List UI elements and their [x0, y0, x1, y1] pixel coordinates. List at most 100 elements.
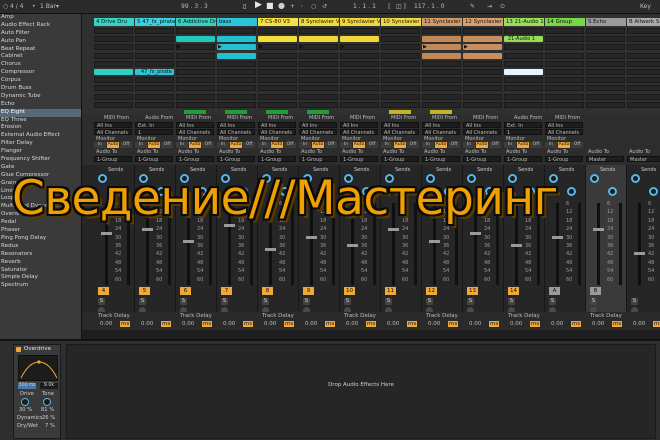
- clip[interactable]: [176, 36, 215, 43]
- drywet-value[interactable]: 7 %: [45, 423, 55, 429]
- high-freq-field[interactable]: 9.0k: [40, 383, 58, 389]
- clip-slot[interactable]: [258, 69, 297, 75]
- monitor-off-button[interactable]: Off: [120, 142, 132, 148]
- track-header[interactable]: 7 CS-80 V3: [258, 18, 298, 26]
- clip-slot[interactable]: [176, 101, 215, 108]
- clip-slot[interactable]: [586, 28, 625, 34]
- track-delay-value[interactable]: 0.00: [428, 321, 440, 327]
- track-header[interactable]: bass: [217, 18, 257, 26]
- clip-slot[interactable]: [381, 52, 420, 59]
- clip-slot[interactable]: [94, 28, 133, 34]
- clip-play-icon[interactable]: ▶: [177, 44, 181, 50]
- arm-icon[interactable]: ⊙: [500, 3, 505, 10]
- track-header[interactable]: 11 Synclavier V: [422, 18, 462, 26]
- clip-slot[interactable]: [586, 52, 625, 59]
- browser-item[interactable]: Flanger: [0, 148, 81, 156]
- input-channel-select[interactable]: All Channels: [463, 129, 501, 136]
- clip-slot[interactable]: [299, 69, 338, 75]
- clip-slot[interactable]: [94, 93, 133, 100]
- input-channel-select[interactable]: All Channels: [545, 129, 583, 136]
- clip-play-icon[interactable]: ▶: [300, 44, 304, 50]
- clip-slot[interactable]: [299, 77, 338, 84]
- monitor-auto-button[interactable]: Auto: [148, 142, 160, 148]
- clip-slot[interactable]: [135, 77, 174, 84]
- clip-slot[interactable]: [463, 69, 502, 75]
- output-select[interactable]: 1-Group: [381, 156, 419, 163]
- clip-slot[interactable]: [299, 44, 338, 51]
- solo-button[interactable]: S: [344, 298, 351, 305]
- punch-in-icon[interactable]: ⟦: [388, 3, 391, 10]
- track-activator-button[interactable]: 6: [180, 287, 191, 295]
- clip-slot[interactable]: [258, 93, 297, 100]
- clip-slot[interactable]: [381, 44, 420, 51]
- browser-item[interactable]: Drum Buss: [0, 85, 81, 93]
- output-select[interactable]: Master: [586, 156, 624, 163]
- output-select[interactable]: 1-Group: [94, 156, 132, 163]
- browser-item[interactable]: Compressor: [0, 69, 81, 77]
- clip-slot[interactable]: [94, 101, 133, 108]
- time-signature[interactable]: 4 / 4: [10, 3, 23, 10]
- clip-slot[interactable]: [627, 60, 660, 67]
- browser-item[interactable]: Spectrum: [0, 282, 81, 290]
- clip-slot[interactable]: [217, 85, 256, 92]
- clip-slot[interactable]: [627, 77, 660, 84]
- device-activator-button[interactable]: [16, 347, 21, 352]
- clip-slot[interactable]: [381, 60, 420, 67]
- clip-slot[interactable]: [545, 69, 584, 75]
- browser-item[interactable]: Ping Pong Delay: [0, 235, 81, 243]
- track-activator-button[interactable]: 4: [98, 287, 109, 295]
- browser-item[interactable]: Auto Filter: [0, 30, 81, 38]
- solo-button[interactable]: S: [303, 298, 310, 305]
- solo-button[interactable]: S: [262, 298, 269, 305]
- clip-slot[interactable]: [135, 52, 174, 59]
- input-source-select[interactable]: Ext. In: [504, 122, 542, 129]
- track-delay-value[interactable]: 0.00: [510, 321, 522, 327]
- clip-slot[interactable]: [176, 44, 215, 51]
- clip-slot[interactable]: [627, 93, 660, 100]
- clip-slot[interactable]: [176, 60, 215, 67]
- monitor-in-button[interactable]: In: [422, 142, 434, 148]
- output-select[interactable]: 1-Group: [176, 156, 214, 163]
- track-activator-button[interactable]: 7: [221, 287, 232, 295]
- clip-slot[interactable]: [422, 101, 461, 108]
- browser-item[interactable]: Erosion: [0, 124, 81, 132]
- clip-slot[interactable]: [586, 60, 625, 67]
- clip-slot[interactable]: [176, 52, 215, 59]
- clip-slot[interactable]: [135, 101, 174, 108]
- output-select[interactable]: Master: [627, 156, 660, 163]
- clip-slot[interactable]: [586, 69, 625, 75]
- input-source-select[interactable]: All Ins: [381, 122, 419, 129]
- track-activator-button[interactable]: 14: [508, 287, 519, 295]
- punch-out-icon[interactable]: ⟧: [403, 3, 406, 10]
- solo-button[interactable]: S: [508, 298, 515, 305]
- clip-slot[interactable]: [545, 85, 584, 92]
- track-header[interactable]: 9 Synclavier V: [340, 18, 380, 26]
- monitor-auto-button[interactable]: Auto: [435, 142, 447, 148]
- volume-fader-handle[interactable]: [429, 239, 440, 243]
- clip-slot[interactable]: [422, 93, 461, 100]
- track-delay-value[interactable]: 0.00: [141, 321, 153, 327]
- monitor-auto-button[interactable]: Auto: [476, 142, 488, 148]
- browser-item[interactable]: Simple Delay: [0, 274, 81, 282]
- monitor-in-button[interactable]: In: [94, 142, 106, 148]
- clip-slot[interactable]: [258, 85, 297, 92]
- device-drop-area[interactable]: Drop Audio Effects Here: [66, 344, 656, 439]
- clip-slot[interactable]: [463, 28, 502, 34]
- clip-slot[interactable]: [422, 60, 461, 67]
- browser-item[interactable]: EQ Three: [0, 117, 81, 125]
- clip-slot[interactable]: [586, 101, 625, 108]
- clip-slot[interactable]: [463, 101, 502, 108]
- browser-item[interactable]: Audio Effect Rack: [0, 22, 81, 30]
- clip-slot[interactable]: [340, 85, 379, 92]
- clip-slot[interactable]: [258, 101, 297, 108]
- input-source-select[interactable]: All Ins: [217, 122, 255, 129]
- browser-item[interactable]: Filter Delay: [0, 140, 81, 148]
- clip-slot[interactable]: [504, 28, 543, 34]
- clip-slot[interactable]: [627, 101, 660, 108]
- clip-slot[interactable]: [299, 52, 338, 59]
- clip-slot[interactable]: [176, 93, 215, 100]
- monitor-in-button[interactable]: In: [545, 142, 557, 148]
- input-channel-select[interactable]: All Channels: [422, 129, 460, 136]
- clip-slot[interactable]: [504, 77, 543, 84]
- clip-slot[interactable]: [545, 60, 584, 67]
